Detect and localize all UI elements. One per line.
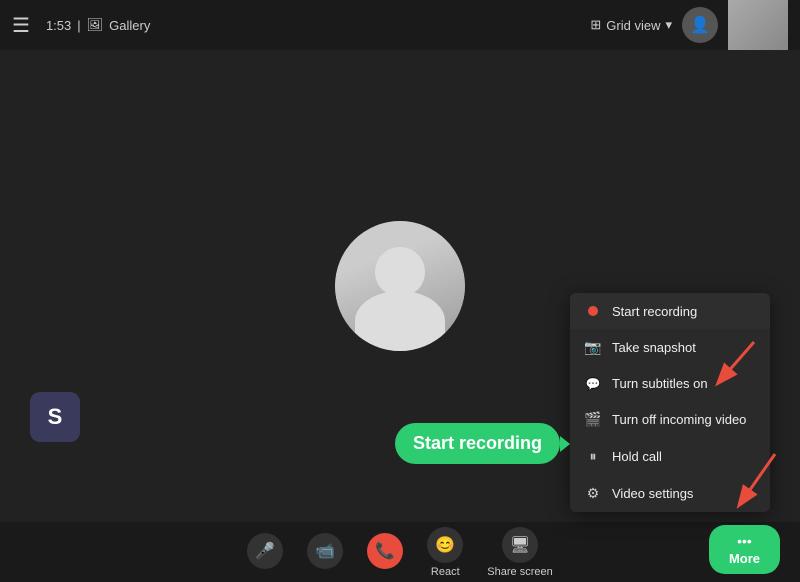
participant-thumbnail [728,0,788,50]
menu-item-subtitles[interactable]: 💬 Turn subtitles on [570,366,770,401]
mic-button[interactable]: 🎤 [247,533,283,572]
separator: | [77,18,80,33]
callout-label: Start recording [413,433,542,453]
grid-icon: ⊞ [590,17,601,33]
user-avatar-icon[interactable]: 👤 [682,7,718,43]
more-label: More [729,551,760,566]
react-button[interactable]: 😊 React [427,527,463,578]
hamburger-icon[interactable]: ☰ [12,13,30,38]
settings-icon: ⚙ [584,485,602,502]
more-dots-icon: ••• [737,533,752,549]
menu-item-label: Turn off incoming video [612,412,746,427]
share-screen-button[interactable]: 🖥 Share screen [487,527,552,578]
call-mode-icon: 🖼 [87,17,104,33]
menu-item-label: Video settings [612,486,693,501]
side-avatar-letter: S [48,404,63,430]
mic-icon: 🎤 [247,533,283,569]
menu-item-start-recording[interactable]: Start recording [570,293,770,329]
top-bar: ☰ 1:53 | 🖼 Gallery ⊞ Grid view ▾ 👤 [0,0,800,50]
video-icon: 📹 [307,533,343,569]
more-options-menu: Start recording 📷 Take snapshot 💬 Turn s… [570,293,770,512]
bottom-toolbar: 🎤 📹 📞 😊 React 🖥 Share screen [0,522,800,582]
grid-view-button[interactable]: ⊞ Grid view ▾ [590,17,672,33]
menu-item-video-settings[interactable]: ⚙ Video settings [570,475,770,512]
grid-view-label: Grid view [606,18,660,33]
more-button[interactable]: ••• More [709,525,780,574]
react-icon: 😊 [427,527,463,563]
more-button-container[interactable]: ••• More [709,525,780,574]
call-info: 1:53 | 🖼 Gallery [46,17,150,33]
menu-item-label: Take snapshot [612,340,696,355]
chevron-down-icon: ▾ [665,17,672,33]
top-right: ⊞ Grid view ▾ 👤 [590,0,788,50]
hangup-icon: 📞 [367,533,403,569]
video-button[interactable]: 📹 [307,533,343,572]
avatar-silhouette [335,221,465,351]
participant-avatar [335,221,465,351]
react-label: React [431,566,460,578]
incoming-video-icon: 🎬 [584,411,602,428]
menu-item-hold-call[interactable]: ⏸ Hold call [570,438,770,475]
hangup-button[interactable]: 📞 [367,533,403,572]
share-screen-icon: 🖥 [502,527,538,563]
call-time: 1:53 [46,18,71,33]
snapshot-icon: 📷 [584,339,602,356]
menu-item-label: Start recording [612,304,697,319]
record-icon [584,303,602,319]
menu-item-label: Turn subtitles on [612,376,708,391]
menu-item-take-snapshot[interactable]: 📷 Take snapshot [570,329,770,366]
share-screen-label: Share screen [487,566,552,578]
menu-item-label: Hold call [612,449,662,464]
hold-icon: ⏸ [584,448,602,465]
subtitles-icon: 💬 [584,377,602,391]
call-mode: Gallery [109,18,150,33]
menu-item-incoming-video[interactable]: 🎬 Turn off incoming video [570,401,770,438]
start-recording-callout: Start recording [395,423,560,464]
side-participant-avatar: S [30,392,80,442]
